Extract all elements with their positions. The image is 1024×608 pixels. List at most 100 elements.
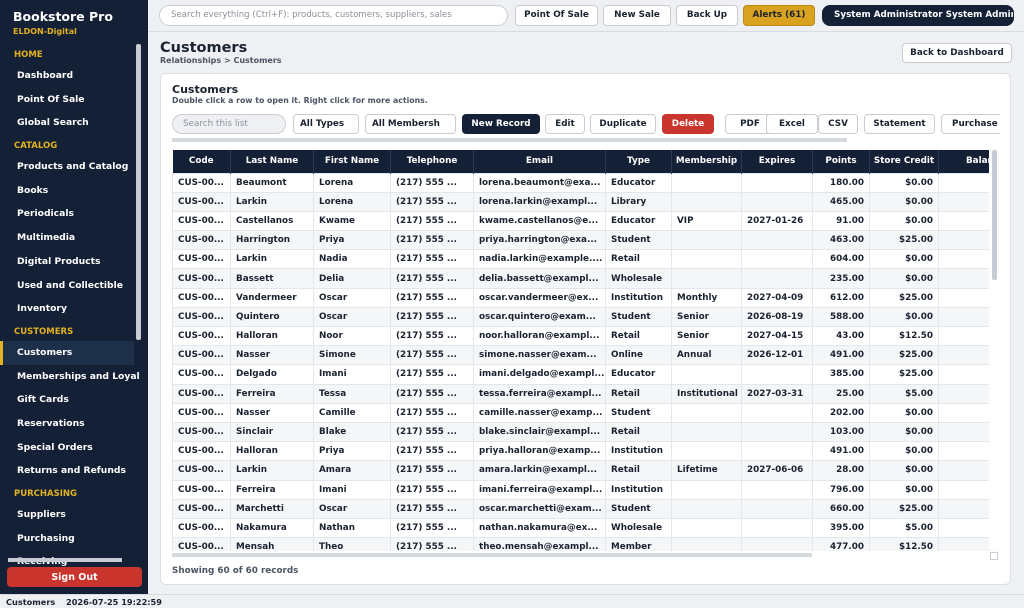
table-horizontal-scrollbar[interactable] (172, 553, 812, 557)
column-header-code[interactable]: Code (172, 150, 231, 173)
sidebar-item-multimedia[interactable]: Multimedia (0, 226, 140, 250)
edit-button[interactable]: Edit (545, 114, 585, 134)
sidebar-item-periodicals[interactable]: Periodicals (0, 202, 140, 226)
table-cell-last-name: Nasser (230, 402, 314, 423)
table-row[interactable]: CUS-00... Sinclair Blake (217) 555 ... blake… (172, 421, 998, 443)
user-menu-button[interactable]: System Administrator System Admin (822, 5, 1014, 26)
alerts-button[interactable]: Alerts (61) (743, 5, 815, 26)
table-row[interactable]: CUS-00... Larkin Lorena (217) 555 ... lorena… (172, 191, 998, 212)
table-cell-points: 477.00 (812, 537, 870, 551)
table-cell-store-credit: $25.00 (869, 287, 939, 308)
list-search-input[interactable]: Search this list (172, 114, 286, 134)
table-row[interactable]: CUS-00... Harrington Priya (217) 555 ... pri… (172, 230, 998, 251)
column-header-type[interactable]: Type (605, 150, 672, 173)
sidebar-item-purchasing[interactable]: Purchasing (0, 527, 140, 551)
new-record-button[interactable]: New Record (462, 114, 540, 134)
table-cell-expires: 2026-12-01 (741, 345, 813, 366)
statement-button[interactable]: Statement (864, 114, 935, 134)
sidebar-item-products-and-catalog[interactable]: Products and Catalog (0, 155, 140, 179)
sidebar-item-global-search[interactable]: Global Search (0, 111, 140, 135)
table-vertical-scrollbar-thumb[interactable] (992, 150, 997, 280)
table-row[interactable]: CUS-00... Nasser Simone (217) 555 ... simone… (172, 345, 998, 366)
table-cell-points: 28.00 (812, 460, 870, 481)
column-header-telephone[interactable]: Telephone (390, 150, 474, 173)
back-to-dashboard-button[interactable]: Back to Dashboard (902, 43, 1012, 63)
table-row[interactable]: CUS-00... Nasser Camille (217) 555 ... camil… (172, 402, 998, 423)
table-row[interactable]: CUS-00... Ferreira Tessa (217) 555 ... tessa… (172, 383, 998, 404)
table-row[interactable]: CUS-00... Halloran Noor (217) 555 ... noor.h… (172, 325, 998, 347)
sidebar-item-memberships-and-loyalty[interactable]: Memberships and Loyalty (0, 365, 140, 389)
table-row[interactable]: CUS-00... Larkin Amara (217) 555 ... amara.l… (172, 460, 998, 481)
sidebar-item-used-and-collectible[interactable]: Used and Collectible (0, 274, 140, 298)
table-cell-membership: Monthly (671, 287, 742, 308)
table-row[interactable]: CUS-00... Bassett Delia (217) 555 ... delia.… (172, 268, 998, 289)
table-row[interactable]: CUS-00... Delgado Imani (217) 555 ... imani.… (172, 364, 998, 385)
table-cell-expires (741, 537, 813, 551)
sign-out-button[interactable]: Sign Out (7, 567, 142, 587)
delete-button[interactable]: Delete (662, 114, 714, 134)
table-row[interactable]: CUS-00... Beaumont Lorena (217) 555 ... lore… (172, 172, 998, 193)
sidebar-item-inventory[interactable]: Inventory (0, 297, 140, 321)
table-cell-email: nathan.nakamura@ex... (473, 517, 606, 539)
column-header-first-name[interactable]: First Name (313, 150, 391, 173)
table-cell-store-credit: $12.50 (869, 537, 939, 551)
sidebar-item-gift-cards[interactable]: Gift Cards (0, 388, 140, 412)
table-cell-store-credit: $0.00 (869, 268, 939, 289)
sidebar-scrollbar[interactable] (136, 44, 141, 340)
type-filter-select[interactable]: All Types (293, 114, 359, 134)
membership-filter-select[interactable]: All Membersh (365, 114, 456, 134)
duplicate-button[interactable]: Duplicate (590, 114, 656, 134)
sidebar-item-dashboard[interactable]: Dashboard (0, 64, 140, 88)
csv-export-button[interactable]: CSV (818, 114, 858, 134)
table-row[interactable]: CUS-00... Larkin Nadia (217) 555 ... nadia.l… (172, 249, 998, 270)
table-cell-points: 235.00 (812, 268, 870, 289)
global-search-input[interactable]: Search everything (Ctrl+F): products, cu… (159, 5, 508, 26)
column-header-expires[interactable]: Expires (741, 150, 813, 173)
table-cell-email: amara.larkin@exampl... (473, 460, 606, 481)
sidebar-item-digital-products[interactable]: Digital Products (0, 250, 140, 274)
toolbar-horizontal-scrollbar[interactable] (172, 138, 847, 142)
table-row[interactable]: CUS-00... Quintero Oscar (217) 555 ... oscar… (172, 306, 998, 328)
column-header-store-credit[interactable]: Store Credit (869, 150, 939, 173)
new-sale-button[interactable]: New Sale (603, 5, 671, 26)
sidebar-horizontal-scrollbar[interactable] (8, 558, 122, 562)
purchase-history-button[interactable]: Purchase H (941, 114, 1000, 134)
back-up-button[interactable]: Back Up (676, 5, 738, 26)
column-header-points[interactable]: Points (812, 150, 870, 173)
column-header-membership[interactable]: Membership (671, 150, 742, 173)
table-row[interactable]: CUS-00... Marchetti Oscar (217) 555 ... osca… (172, 498, 998, 519)
table-row[interactable]: CUS-00... Mensah Theo (217) 555 ... theo.men… (172, 537, 998, 551)
column-header-last-name[interactable]: Last Name (230, 150, 314, 173)
point-of-sale-button[interactable]: Point Of Sale (515, 5, 598, 26)
table-cell-points: 491.00 (812, 345, 870, 366)
status-page-name: Customers (6, 597, 56, 607)
table-row[interactable]: CUS-00... Ferreira Imani (217) 555 ... imani… (172, 479, 998, 500)
sidebar-item-suppliers[interactable]: Suppliers (0, 503, 140, 527)
table-cell-telephone: (217) 555 ... (390, 402, 474, 423)
table-cell-first-name: Oscar (313, 287, 391, 308)
table-row[interactable]: CUS-00... Nakamura Nathan (217) 555 ... nath… (172, 517, 998, 539)
sidebar-item-returns-and-refunds[interactable]: Returns and Refunds (0, 459, 140, 483)
table-cell-telephone: (217) 555 ... (390, 325, 474, 347)
table-cell-email: camille.nasser@examp... (473, 402, 606, 423)
table-cell-code: CUS-00... (172, 498, 231, 519)
table-cell-type: Educator (605, 172, 672, 193)
table-row[interactable]: CUS-00... Vandermeer Oscar (217) 555 ... osc… (172, 287, 998, 308)
table-cell-points: 385.00 (812, 364, 870, 385)
table-cell-points: 491.00 (812, 441, 870, 462)
sidebar-item-special-orders[interactable]: Special Orders (0, 436, 140, 460)
column-header-email[interactable]: Email (473, 150, 606, 173)
table-cell-email: theo.mensah@exampl... (473, 537, 606, 551)
table-row[interactable]: CUS-00... Castellanos Kwame (217) 555 ... kw… (172, 210, 998, 232)
sidebar-item-point-of-sale[interactable]: Point Of Sale (0, 88, 140, 112)
table-row[interactable]: CUS-00... Halloran Priya (217) 555 ... priya… (172, 441, 998, 462)
table-cell-first-name: Priya (313, 230, 391, 251)
sidebar-item-reservations[interactable]: Reservations (0, 412, 140, 436)
table-cell-membership (671, 479, 742, 500)
sidebar-item-books[interactable]: Books (0, 179, 140, 203)
table-cell-points: 660.00 (812, 498, 870, 519)
breadcrumb[interactable]: Relationships > Customers (160, 56, 282, 65)
table-cell-type: Student (605, 230, 672, 251)
excel-export-button[interactable]: Excel (766, 114, 818, 134)
sidebar-item-customers[interactable]: Customers (0, 340, 134, 365)
